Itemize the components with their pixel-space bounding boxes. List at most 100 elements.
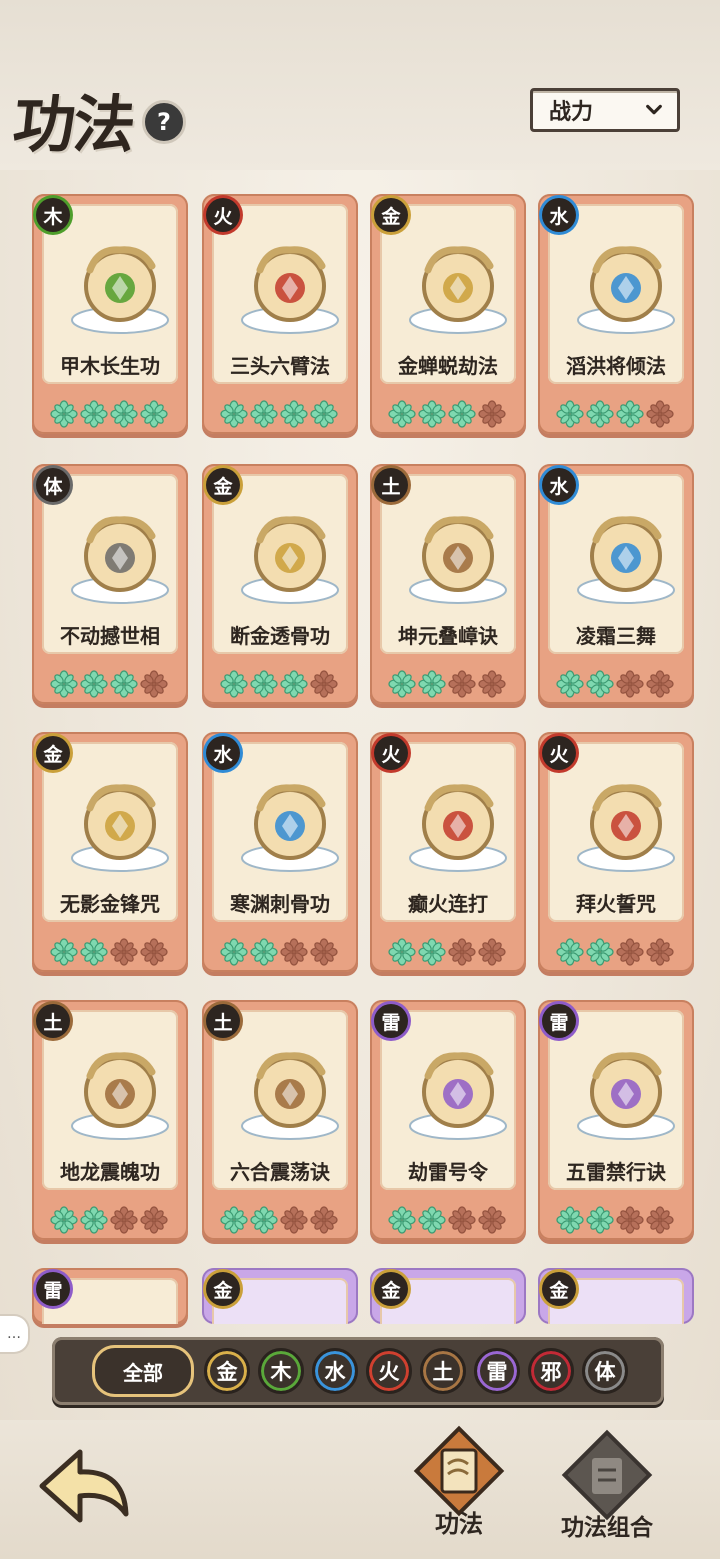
element-badge: 火 — [374, 736, 408, 770]
technique-card[interactable]: 六合震荡诀 土 — [202, 1000, 358, 1240]
tab-technique-combo[interactable]: 功法组合 — [560, 1428, 654, 1542]
filter-all-button[interactable]: 全部 — [92, 1345, 194, 1397]
technique-card[interactable]: 断金透骨功 金 — [202, 464, 358, 704]
star-rating — [556, 1206, 674, 1234]
technique-card[interactable]: 不动撼世相 体 — [32, 464, 188, 704]
technique-card[interactable]: 滔洪将倾法 水 — [538, 194, 694, 434]
flower-star-icon — [50, 670, 78, 698]
flower-star-icon — [478, 938, 506, 966]
card-face: 五雷禁行诀 — [548, 1010, 684, 1190]
flower-star-icon — [110, 670, 138, 698]
technique-card[interactable]: 金 — [370, 1268, 526, 1324]
star-rating — [220, 1206, 338, 1234]
dragon-emblem-icon — [577, 1052, 675, 1140]
element-badge: 雷 — [374, 1004, 408, 1038]
technique-card[interactable]: 劫雷号令 雷 — [370, 1000, 526, 1240]
card-face: 六合震荡诀 — [212, 1010, 348, 1190]
technique-card[interactable]: 癫火连打 火 — [370, 732, 526, 972]
star-rating — [388, 1206, 506, 1234]
filter-chip[interactable]: 火 — [366, 1348, 412, 1394]
dragon-emblem-icon — [241, 784, 339, 872]
filter-chip[interactable]: 金 — [204, 1348, 250, 1394]
flower-star-icon — [250, 670, 278, 698]
star-rating — [556, 400, 674, 428]
dragon-emblem-icon — [409, 246, 507, 334]
flower-star-icon — [220, 670, 248, 698]
dragon-emblem-icon — [71, 516, 169, 604]
filter-chip[interactable]: 体 — [582, 1348, 628, 1394]
sort-dropdown[interactable]: 战力 — [530, 88, 680, 132]
element-badge: 土 — [374, 468, 408, 502]
element-badge: 金 — [542, 1272, 576, 1306]
flower-star-icon — [616, 1206, 644, 1234]
element-badge: 水 — [542, 468, 576, 502]
flower-star-icon — [556, 1206, 584, 1234]
flower-star-icon — [140, 400, 168, 428]
filter-chip[interactable]: 邪 — [528, 1348, 574, 1394]
tab-techniques[interactable]: 功法 — [412, 1424, 506, 1539]
technique-card[interactable]: 寒渊刺骨功 水 — [202, 732, 358, 972]
element-badge: 金 — [206, 468, 240, 502]
technique-name: 凌霜三舞 — [576, 624, 656, 648]
flower-star-icon — [220, 400, 248, 428]
technique-card[interactable]: 拜火誓咒 火 — [538, 732, 694, 972]
flower-star-icon — [448, 1206, 476, 1234]
element-badge: 金 — [374, 198, 408, 232]
technique-card[interactable]: 雷 — [32, 1268, 188, 1324]
technique-name: 坤元叠嶂诀 — [398, 624, 498, 648]
filter-chips: 金木水火土雷邪体 — [204, 1348, 628, 1394]
filter-chip[interactable]: 水 — [312, 1348, 358, 1394]
star-rating — [556, 938, 674, 966]
flower-star-icon — [110, 400, 138, 428]
technique-card[interactable]: 坤元叠嶂诀 土 — [370, 464, 526, 704]
technique-card[interactable]: 三头六臂法 火 — [202, 194, 358, 434]
flower-star-icon — [556, 670, 584, 698]
card-face: 寒渊刺骨功 — [212, 742, 348, 922]
technique-card[interactable]: 金 — [202, 1268, 358, 1324]
back-arrow-icon[interactable] — [34, 1444, 134, 1528]
card-face: 滔洪将倾法 — [548, 204, 684, 384]
card-face: 拜火誓咒 — [548, 742, 684, 922]
card-face: 不动撼世相 — [42, 474, 178, 654]
chat-icon[interactable]: … — [0, 1316, 28, 1352]
element-badge: 雷 — [542, 1004, 576, 1038]
technique-card[interactable]: 五雷禁行诀 雷 — [538, 1000, 694, 1240]
flower-star-icon — [586, 400, 614, 428]
flower-star-icon — [220, 1206, 248, 1234]
flower-star-icon — [250, 400, 278, 428]
filter-chip[interactable]: 土 — [420, 1348, 466, 1394]
star-rating — [50, 400, 168, 428]
flower-star-icon — [388, 938, 416, 966]
flower-star-icon — [646, 670, 674, 698]
card-face: 癫火连打 — [380, 742, 516, 922]
flower-star-icon — [646, 400, 674, 428]
filter-chip[interactable]: 木 — [258, 1348, 304, 1394]
dragon-emblem-icon — [241, 1052, 339, 1140]
flower-star-icon — [388, 1206, 416, 1234]
technique-card[interactable]: 金 — [538, 1268, 694, 1324]
technique-name: 无影金锋咒 — [60, 892, 160, 916]
technique-card[interactable]: 金蝉蜕劫法 金 — [370, 194, 526, 434]
flower-star-icon — [250, 1206, 278, 1234]
technique-card[interactable]: 地龙震魄功 土 — [32, 1000, 188, 1240]
card-face: 三头六臂法 — [212, 204, 348, 384]
technique-card[interactable]: 甲木长生功 木 — [32, 194, 188, 434]
flower-star-icon — [110, 938, 138, 966]
page-title: 功法 — [9, 88, 138, 161]
card-face: 甲木长生功 — [42, 204, 178, 384]
flower-star-icon — [616, 670, 644, 698]
flower-star-icon — [310, 938, 338, 966]
star-rating — [50, 1206, 168, 1234]
element-badge: 金 — [206, 1272, 240, 1306]
star-rating — [556, 670, 674, 698]
filter-chip[interactable]: 雷 — [474, 1348, 520, 1394]
technique-name: 癫火连打 — [408, 892, 488, 916]
technique-card[interactable]: 无影金锋咒 金 — [32, 732, 188, 972]
technique-card[interactable]: 凌霜三舞 水 — [538, 464, 694, 704]
dragon-emblem-icon — [71, 246, 169, 334]
header: 功法 ? — [10, 74, 187, 164]
element-badge: 火 — [206, 198, 240, 232]
flower-star-icon — [556, 400, 584, 428]
help-icon[interactable]: ? — [142, 100, 187, 144]
element-badge: 雷 — [36, 1272, 70, 1306]
